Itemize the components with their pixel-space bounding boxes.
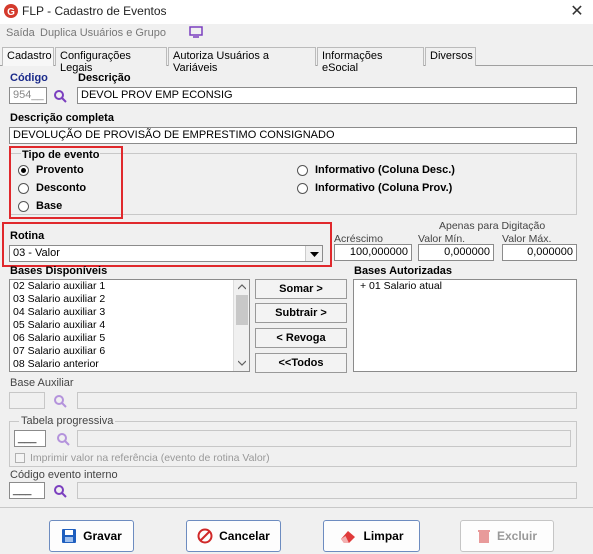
bases-disponiveis-label: Bases Disponíveis — [10, 265, 108, 277]
descricao-completa-field[interactable]: DEVOLUÇÃO DE PROVISÃO DE EMPRESTIMO CONS… — [9, 127, 577, 144]
rotina-select-value: 03 - Valor — [13, 247, 60, 259]
eraser-icon — [341, 531, 356, 543]
desconto-label: Desconto — [36, 182, 87, 194]
list-item[interactable]: 03 Salario auxiliar 2 — [10, 293, 249, 306]
bases-autorizadas-list[interactable]: + 01 Salario atual — [353, 279, 577, 372]
codigo-interno-label: Código evento interno — [10, 469, 118, 481]
rotina-select[interactable]: 03 - Valor — [9, 245, 323, 262]
list-item[interactable]: 05 Salario auxiliar 4 — [10, 319, 249, 332]
scroll-up-icon[interactable] — [238, 284, 246, 290]
search-icon[interactable] — [53, 484, 67, 498]
app-logo-icon: G — [4, 4, 18, 18]
tipo-evento-label: Tipo de evento — [21, 149, 101, 161]
informativo-desc-radio[interactable] — [297, 165, 308, 176]
valor-max-field[interactable]: 0,000000 — [502, 244, 577, 261]
gravar-button[interactable]: Gravar — [49, 520, 134, 552]
tab-autoriza-usuarios[interactable]: Autoriza Usuários a Variáveis — [168, 47, 316, 74]
provento-label: Provento — [36, 164, 84, 176]
svg-text:G: G — [7, 7, 15, 18]
tab-informacoes-esocial[interactable]: Informações eSocial — [317, 47, 424, 74]
somar-button[interactable]: Somar > — [255, 279, 347, 299]
trash-icon — [477, 530, 490, 543]
subtrair-button[interactable]: Subtrair > — [255, 303, 347, 323]
todos-button[interactable]: <<Todos — [255, 353, 347, 373]
imprimir-checkbox[interactable] — [15, 453, 25, 463]
tabela-code-field[interactable]: ___ — [14, 430, 46, 447]
menu-duplica[interactable]: Duplica Usuários e Grupo — [40, 27, 166, 39]
close-icon[interactable]: ✕ — [567, 1, 587, 21]
tabela-progressiva-label: Tabela progressiva — [19, 415, 116, 427]
bases-autorizadas-label: Bases Autorizadas — [354, 265, 453, 277]
list-item[interactable]: 08 Salario anterior — [10, 358, 249, 371]
search-icon[interactable] — [53, 394, 67, 408]
base-auxiliar-label: Base Auxiliar — [10, 377, 74, 389]
scroll-down-icon[interactable] — [238, 360, 246, 366]
tab-cadastro[interactable]: Cadastro — [2, 47, 54, 66]
valor-min-field[interactable]: 0,000000 — [418, 244, 494, 261]
base-radio[interactable] — [18, 201, 29, 212]
limpar-label: Limpar — [363, 529, 404, 543]
list-item[interactable]: 06 Salario auxiliar 5 — [10, 332, 249, 345]
codigo-label: Código — [10, 72, 48, 84]
excluir-label: Excluir — [496, 529, 538, 543]
acrescimo-field[interactable]: 100,000000 — [334, 244, 412, 261]
revoga-button[interactable]: < Revoga — [255, 328, 347, 348]
scrollbar[interactable] — [233, 280, 249, 371]
monitor-icon[interactable] — [189, 26, 203, 38]
apenas-digitacao-label: Apenas para Digitação — [439, 220, 546, 232]
base-label: Base — [36, 200, 63, 212]
cancelar-label: Cancelar — [219, 529, 270, 543]
save-icon — [62, 529, 77, 543]
gravar-label: Gravar — [83, 529, 122, 543]
descricao-label: Descrição — [78, 72, 131, 84]
codigo-interno-desc-field — [77, 482, 577, 499]
list-item[interactable]: 07 Salario auxiliar 6 — [10, 345, 249, 358]
excluir-button[interactable]: Excluir — [460, 520, 554, 552]
window-title: FLP - Cadastro de Eventos — [22, 4, 167, 18]
tab-diversos[interactable]: Diversos — [425, 47, 476, 66]
desconto-radio[interactable] — [18, 183, 29, 194]
list-item[interactable]: 04 Salario auxiliar 3 — [10, 306, 249, 319]
divider — [0, 507, 593, 508]
scrollbar-thumb[interactable] — [236, 295, 248, 325]
chevron-down-icon[interactable] — [305, 246, 322, 261]
informativo-desc-label: Informativo (Coluna Desc.) — [315, 164, 455, 176]
list-item[interactable]: 02 Salario auxiliar 1 — [10, 280, 249, 293]
search-icon[interactable] — [56, 432, 70, 446]
base-auxiliar-desc-field — [77, 392, 577, 409]
cancelar-button[interactable]: Cancelar — [186, 520, 281, 552]
informativo-prov-label: Informativo (Coluna Prov.) — [315, 182, 453, 194]
descricao-field[interactable]: DEVOL PROV EMP ECONSIG — [77, 87, 577, 104]
bases-disponiveis-list[interactable]: 02 Salario auxiliar 1 03 Salario auxilia… — [9, 279, 250, 372]
informativo-prov-radio[interactable] — [297, 183, 308, 194]
search-icon[interactable] — [53, 89, 67, 103]
descricao-completa-label: Descrição completa — [10, 112, 114, 124]
tabela-desc-field — [77, 430, 571, 447]
tab-configuracoes-legais[interactable]: Configurações Legais — [55, 47, 167, 74]
imprimir-label: Imprimir valor na referência (evento de … — [30, 452, 270, 464]
rotina-label: Rotina — [10, 230, 45, 242]
base-auxiliar-code-field[interactable] — [9, 392, 45, 409]
list-item[interactable]: + 01 Salario atual — [354, 280, 576, 293]
provento-radio[interactable] — [18, 165, 29, 176]
codigo-field[interactable]: 954__ — [9, 87, 47, 104]
codigo-interno-field[interactable]: ___ — [9, 482, 45, 499]
menu-saida[interactable]: Saída — [6, 27, 35, 39]
limpar-button[interactable]: Limpar — [323, 520, 420, 552]
title-bar: G FLP - Cadastro de Eventos ✕ — [0, 0, 593, 24]
cancel-icon — [197, 528, 213, 544]
